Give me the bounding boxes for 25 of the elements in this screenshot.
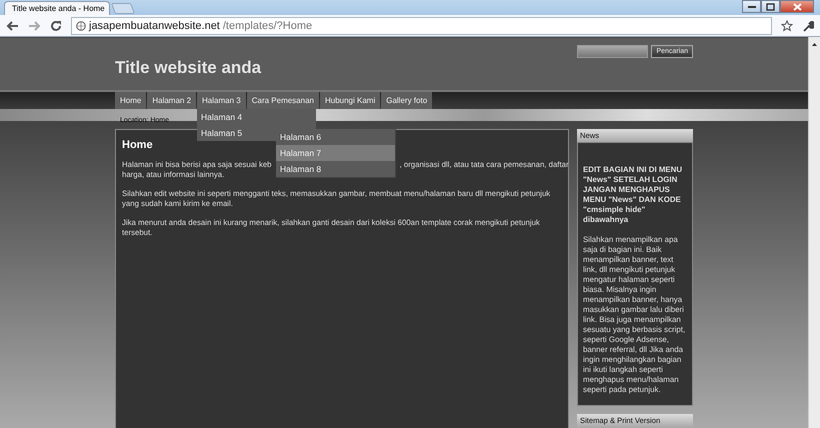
submenu-item[interactable]: Halaman 7: [276, 145, 396, 161]
page-icon: [76, 20, 86, 30]
nav-item[interactable]: Halaman 3: [197, 92, 246, 109]
page-heading: Home: [122, 139, 154, 151]
nav-item[interactable]: Halaman 2: [147, 92, 196, 109]
minimize-button[interactable]: [742, 0, 761, 13]
site-title: Title website anda: [115, 58, 262, 78]
back-icon[interactable]: [6, 20, 19, 32]
scrollbar[interactable]: [808, 37, 820, 428]
browser-tab[interactable]: Title website anda - Home: [4, 1, 110, 15]
address-bar[interactable]: jasapembuatanwebsite.net /templates/?Home: [71, 16, 772, 34]
star-icon[interactable]: [781, 20, 793, 32]
wrench-icon[interactable]: [802, 20, 814, 32]
nav-item[interactable]: Cara Pemesanan: [246, 92, 319, 109]
nav-item[interactable]: Gallery foto: [381, 92, 432, 109]
maximize-button[interactable]: [761, 0, 780, 13]
nav-item[interactable]: Home: [115, 92, 146, 109]
minimize-icon: [748, 4, 756, 8]
scroll-up-icon[interactable]: [812, 43, 817, 46]
search-field[interactable]: [577, 45, 648, 58]
nav-item[interactable]: Hubungi Kami: [320, 92, 380, 109]
close-window-button[interactable]: [780, 0, 814, 13]
close-icon: [792, 2, 802, 10]
reload-icon[interactable]: [50, 20, 62, 32]
maximize-icon: [766, 2, 775, 10]
